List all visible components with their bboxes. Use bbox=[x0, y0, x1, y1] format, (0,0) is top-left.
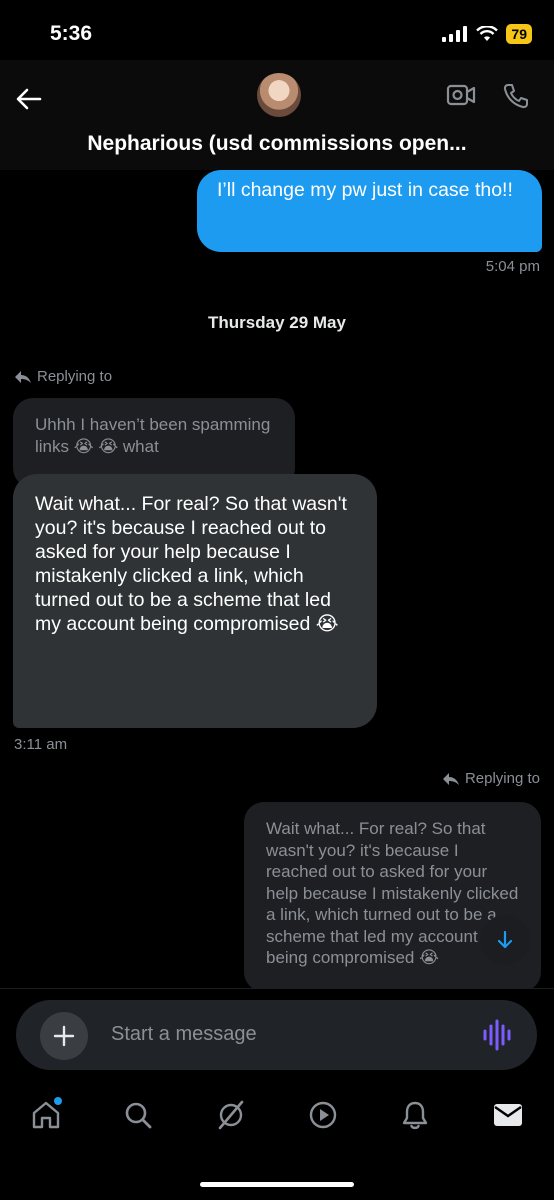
back-button[interactable] bbox=[14, 84, 44, 114]
date-divider: Thursday 29 May bbox=[208, 313, 346, 332]
signal-icon bbox=[442, 26, 468, 42]
nav-home[interactable] bbox=[26, 1095, 66, 1135]
header-actions bbox=[446, 82, 530, 110]
voice-icon bbox=[483, 1019, 511, 1051]
conversation-title[interactable]: Nepharious (usd commissions open... bbox=[0, 132, 554, 156]
message-input[interactable]: Start a message bbox=[111, 1023, 257, 1046]
status-icons: 79 bbox=[442, 24, 532, 44]
replying-to-text: Replying to bbox=[464, 770, 540, 787]
messages-icon bbox=[493, 1104, 522, 1126]
video-call-icon[interactable] bbox=[446, 82, 476, 108]
reply-arrow-icon bbox=[442, 772, 459, 785]
replying-to-label: Replying to bbox=[14, 368, 112, 385]
voice-message-button[interactable] bbox=[482, 1018, 512, 1057]
notifications-icon bbox=[403, 1101, 428, 1130]
grok-icon bbox=[218, 1100, 244, 1130]
nav-search[interactable] bbox=[118, 1095, 158, 1135]
nav-grok[interactable] bbox=[211, 1095, 251, 1135]
battery-indicator: 79 bbox=[506, 24, 532, 44]
scroll-down-icon bbox=[497, 930, 513, 949]
nav-messages[interactable] bbox=[488, 1095, 528, 1135]
phone-icon[interactable] bbox=[502, 82, 530, 110]
status-time: 5:36 bbox=[50, 22, 93, 45]
back-arrow-icon bbox=[16, 88, 42, 110]
sent-message-bubble[interactable]: I’ll change my pw just in case tho!! bbox=[197, 170, 542, 252]
video-icon bbox=[309, 1101, 337, 1129]
avatar[interactable] bbox=[257, 73, 301, 117]
received-message-bubble[interactable]: Wait what... For real? So that wasn't yo… bbox=[13, 474, 377, 728]
message-timestamp: 5:04 pm bbox=[485, 258, 540, 275]
reply-arrow-icon bbox=[15, 370, 31, 383]
nav-notifications[interactable] bbox=[395, 1095, 435, 1135]
bottom-navigation bbox=[0, 1085, 554, 1145]
nav-video[interactable] bbox=[303, 1095, 343, 1135]
replying-to-text: Replying to bbox=[37, 368, 113, 385]
wifi-icon bbox=[476, 26, 499, 41]
search-icon bbox=[126, 1102, 152, 1129]
add-attachment-button[interactable] bbox=[40, 1012, 88, 1060]
home-indicator bbox=[200, 1182, 354, 1187]
message-timestamp: 3:11 am bbox=[14, 736, 68, 753]
message-composer[interactable] bbox=[16, 1000, 537, 1070]
scroll-to-bottom-button[interactable] bbox=[480, 915, 530, 965]
replying-to-label: Replying to bbox=[442, 770, 540, 787]
plus-icon bbox=[53, 1025, 75, 1047]
